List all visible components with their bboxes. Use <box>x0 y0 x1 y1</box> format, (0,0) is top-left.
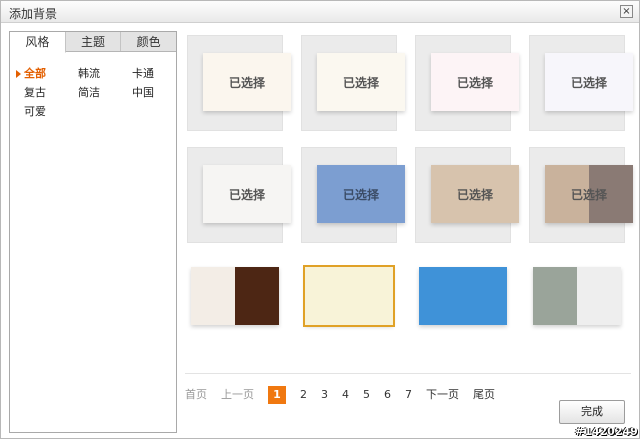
thumbnail-preview <box>419 267 507 325</box>
thumbnail-preview: 已选择 <box>545 53 633 111</box>
tab-style[interactable]: 风格 <box>10 32 66 53</box>
thumbnail-label: 已选择 <box>570 75 607 90</box>
last-page-link[interactable]: 尾页 <box>473 386 495 404</box>
background-thumbnail[interactable]: 已选择 <box>529 147 633 243</box>
thumbnail-label: 已选择 <box>570 187 607 202</box>
thumbnail-preview: 已选择 <box>431 53 519 111</box>
background-thumbnail[interactable]: 已选择 <box>415 35 519 131</box>
tab-color[interactable]: 颜色 <box>121 32 176 51</box>
background-thumbnail[interactable]: 已选择 <box>301 147 405 243</box>
dialog-title: 添加背景 <box>9 7 58 21</box>
category-panel: 风格 主题 颜色 全部 韩流 卡通 复古 简洁 中国 可爱 <box>9 31 177 433</box>
style-item-retro[interactable]: 复古 <box>24 85 78 100</box>
background-thumbnail[interactable] <box>301 259 397 355</box>
page-2[interactable]: 2 <box>300 386 307 404</box>
pagination: 首页 上一页 1 2 3 4 5 6 7 下一页 尾页 <box>185 386 509 404</box>
watermark: #1420249 <box>575 425 638 438</box>
page-6[interactable]: 6 <box>384 386 391 404</box>
thumbnail-label: 已选择 <box>228 75 265 90</box>
thumbnail-label: 已选择 <box>456 75 493 90</box>
style-item-korean[interactable]: 韩流 <box>78 66 132 81</box>
style-item-cartoon[interactable]: 卡通 <box>132 66 186 81</box>
tab-theme[interactable]: 主题 <box>66 32 122 51</box>
next-page-link[interactable]: 下一页 <box>426 386 459 404</box>
background-thumbnail[interactable]: 已选择 <box>187 35 291 131</box>
thumbnail-preview: 已选择 <box>203 53 291 111</box>
thumbnail-preview <box>533 267 621 325</box>
title-bar: 添加背景 × <box>1 1 639 23</box>
background-thumbnail[interactable]: 已选择 <box>301 35 405 131</box>
thumbnail-label: 已选择 <box>228 187 265 202</box>
thumbnail-preview: 已选择 <box>431 165 519 223</box>
page-5[interactable]: 5 <box>363 386 370 404</box>
background-grid: 已选择 已选择 已选择 已选择 已选择 已选择 已选择 已选择 <box>187 35 633 375</box>
page-4[interactable]: 4 <box>342 386 349 404</box>
prev-page-link[interactable]: 上一页 <box>221 386 254 404</box>
style-list: 全部 韩流 卡通 复古 简洁 中国 可爱 <box>10 66 176 119</box>
thumbnail-preview <box>303 265 395 327</box>
background-thumbnail[interactable]: 已选择 <box>415 147 519 243</box>
thumbnail-accent <box>577 267 621 325</box>
page-1[interactable]: 1 <box>268 386 286 404</box>
background-thumbnail[interactable] <box>529 259 625 355</box>
thumbnail-preview: 已选择 <box>545 165 633 223</box>
thumbnail-preview: 已选择 <box>317 165 405 223</box>
style-item-all[interactable]: 全部 <box>16 66 78 81</box>
thumbnail-label: 已选择 <box>456 187 493 202</box>
background-thumbnail[interactable]: 已选择 <box>529 35 633 131</box>
background-thumbnail[interactable] <box>415 259 511 355</box>
page-7[interactable]: 7 <box>405 386 412 404</box>
thumbnail-label: 已选择 <box>342 75 379 90</box>
thumbnail-preview: 已选择 <box>317 53 405 111</box>
thumbnail-accent <box>235 267 279 325</box>
divider <box>185 373 631 374</box>
page-3[interactable]: 3 <box>321 386 328 404</box>
add-background-dialog: 添加背景 × 风格 主题 颜色 全部 韩流 卡通 复古 简洁 中国 可爱 已选择… <box>0 0 640 439</box>
category-tabs: 风格 主题 颜色 <box>10 32 176 53</box>
thumbnail-preview <box>191 267 279 325</box>
style-item-chinese[interactable]: 中国 <box>132 85 186 100</box>
first-page-link[interactable]: 首页 <box>185 386 207 404</box>
thumbnail-label: 已选择 <box>342 187 379 202</box>
thumbnail-preview: 已选择 <box>203 165 291 223</box>
done-button[interactable]: 完成 <box>559 400 625 424</box>
background-thumbnail[interactable]: 已选择 <box>187 147 291 243</box>
style-item-cute[interactable]: 可爱 <box>24 104 78 119</box>
close-icon[interactable]: × <box>620 5 633 18</box>
style-item-simple[interactable]: 简洁 <box>78 85 132 100</box>
background-thumbnail[interactable] <box>187 259 283 355</box>
